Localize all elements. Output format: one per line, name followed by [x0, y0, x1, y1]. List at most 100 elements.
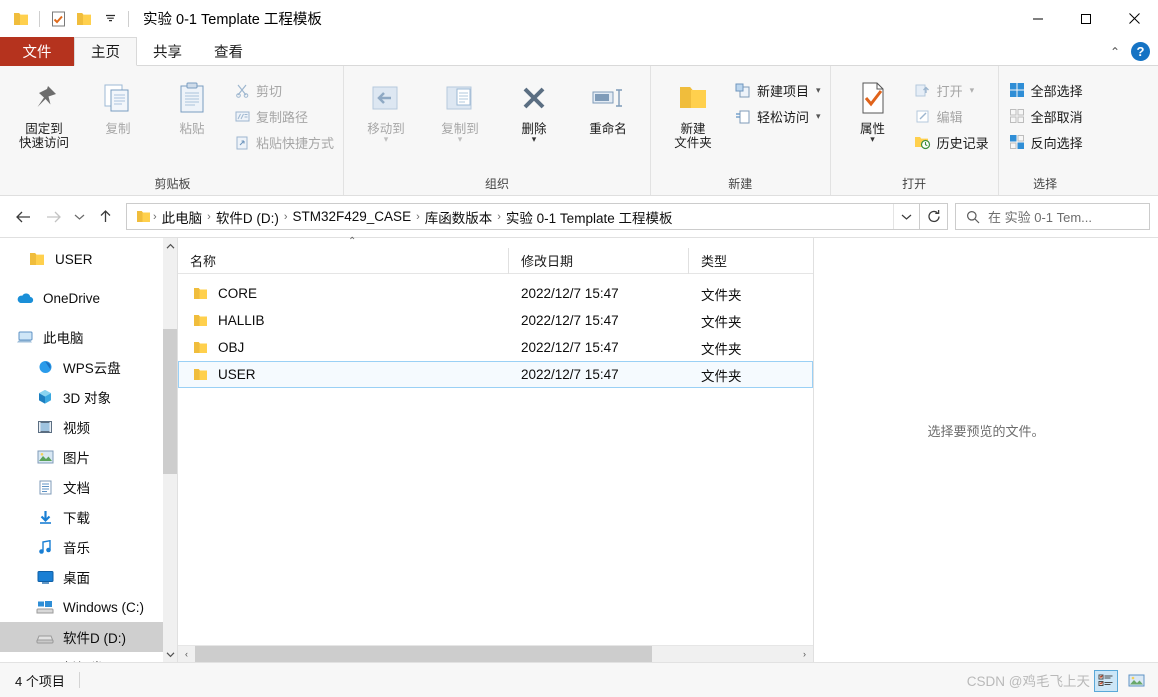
refresh-button[interactable]: [920, 203, 948, 230]
scroll-right-icon[interactable]: ›: [796, 649, 813, 659]
select-all-button[interactable]: 全部选择: [1004, 77, 1087, 103]
table-row[interactable]: HALLIB 2022/12/7 15:47 文件夹: [178, 307, 813, 334]
file-list-pane: ⌃ 名称 修改日期 类型 CORE 2022/12/7 15:47 文件夹 HA…: [177, 236, 814, 663]
sidebar-item-user[interactable]: USER: [0, 244, 177, 274]
properties-caret-icon[interactable]: ▾: [870, 135, 875, 144]
sidebar-item-windows-c[interactable]: Windows (C:): [0, 592, 177, 622]
cut-button[interactable]: 剪切: [229, 77, 338, 103]
ribbon-group-organize: 移动到 ▾ 复制到 ▾ 删除 ▾ 重命名 组织: [344, 66, 652, 195]
breadcrumb-item-3[interactable]: 库函数版本: [421, 207, 497, 227]
help-icon[interactable]: ?: [1131, 42, 1150, 61]
copy-button[interactable]: 复制: [81, 74, 155, 136]
breadcrumb-item-4[interactable]: 实验 0-1 Template 工程模板: [502, 207, 677, 227]
table-row[interactable]: OBJ 2022/12/7 15:47 文件夹: [178, 334, 813, 361]
copy-label: 复制: [105, 122, 131, 136]
column-header-name[interactable]: 名称: [178, 248, 508, 274]
breadcrumb-item-1[interactable]: 软件D (D:): [212, 207, 283, 227]
sidebar-item-label: Windows (C:): [63, 599, 145, 615]
sidebar-item-label: 此电脑: [43, 331, 84, 346]
breadcrumb-folder-icon[interactable]: [134, 208, 152, 226]
delete-button[interactable]: 删除 ▾: [497, 74, 571, 144]
up-button[interactable]: [90, 202, 120, 232]
edit-button[interactable]: 编辑: [910, 103, 993, 129]
easy-access-caret-icon[interactable]: ▾: [816, 111, 821, 122]
breadcrumb-item-2[interactable]: STM32F429_CASE: [289, 209, 416, 224]
sidebar-item-pictures[interactable]: 图片: [0, 442, 177, 472]
breadcrumb-bar[interactable]: › 此电脑 › 软件D (D:) › STM32F429_CASE › 库函数版…: [126, 203, 920, 230]
properties-button[interactable]: 属性 ▾: [836, 74, 910, 144]
column-header-type[interactable]: 类型: [688, 247, 813, 274]
back-button[interactable]: [8, 202, 38, 232]
tab-view[interactable]: 查看: [198, 37, 259, 66]
sidebar-item-videos[interactable]: 视频: [0, 412, 177, 442]
scroll-left-icon[interactable]: ‹: [178, 649, 195, 659]
copy-to-caret-icon[interactable]: ▾: [458, 135, 463, 144]
new-item-button[interactable]: 新建项目 ▾: [730, 77, 825, 103]
sidebar-item-drive-e[interactable]: 新加卷 (E:): [0, 652, 177, 662]
table-row[interactable]: CORE 2022/12/7 15:47 文件夹: [178, 280, 813, 307]
tab-share[interactable]: 共享: [137, 37, 198, 66]
breadcrumb-item-0[interactable]: 此电脑: [158, 207, 207, 227]
sidebar-item-3d-objects[interactable]: 3D 对象: [0, 382, 177, 412]
invert-selection-button[interactable]: 反向选择: [1004, 129, 1087, 155]
new-item-caret-icon[interactable]: ▾: [816, 85, 821, 96]
new-folder-icon[interactable]: [71, 6, 97, 32]
search-input[interactable]: 在 实验 0-1 Tem...: [988, 207, 1092, 226]
ribbon-group-select: 全部选择 全部取消 反向选择 选择: [999, 66, 1092, 195]
minimize-button[interactable]: [1014, 0, 1062, 37]
open-button[interactable]: 打开 ▾: [910, 77, 993, 103]
sidebar-scrollbar[interactable]: [163, 238, 177, 662]
sidebar-item-drive-d[interactable]: 软件D (D:): [0, 622, 177, 652]
rename-button[interactable]: 重命名: [571, 74, 645, 136]
scissors-icon: [233, 81, 251, 99]
folder-icon[interactable]: [8, 6, 34, 32]
sidebar-item-wps-cloud[interactable]: WPS云盘: [0, 352, 177, 382]
sidebar-item-label: 文档: [63, 481, 90, 496]
pin-to-quick-access-button[interactable]: 固定到 快速访问: [7, 74, 81, 151]
sidebar-item-downloads[interactable]: 下载: [0, 502, 177, 532]
details-view-button[interactable]: [1094, 669, 1118, 692]
new-folder-button[interactable]: 新建 文件夹: [656, 74, 730, 151]
hscroll-thumb[interactable]: [195, 645, 652, 663]
table-row[interactable]: USER 2022/12/7 15:47 文件夹: [178, 361, 813, 388]
collapse-ribbon-icon[interactable]: ⌃: [1110, 46, 1120, 58]
sidebar-item-music[interactable]: 音乐: [0, 532, 177, 562]
sidebar-scroll-track[interactable]: [163, 254, 177, 646]
easy-access-button[interactable]: 轻松访问 ▾: [730, 103, 825, 129]
hscroll-track[interactable]: [195, 645, 796, 663]
file-type: 文件夹: [701, 341, 742, 357]
chevron-down-icon[interactable]: [97, 6, 123, 32]
sidebar-item-onedrive[interactable]: OneDrive: [0, 283, 177, 313]
forward-button[interactable]: [38, 202, 68, 232]
large-icons-view-button[interactable]: [1124, 670, 1148, 692]
copy-to-button[interactable]: 复制到 ▾: [423, 74, 497, 144]
sidebar-item-documents[interactable]: 文档: [0, 472, 177, 502]
sidebar-scroll-thumb[interactable]: [163, 329, 177, 474]
scroll-down-icon[interactable]: [166, 646, 175, 662]
search-box[interactable]: 在 实验 0-1 Tem...: [955, 203, 1150, 230]
history-button[interactable]: 历史记录: [910, 129, 993, 155]
new-folder-label-line2: 文件夹: [674, 136, 712, 151]
column-header-date[interactable]: 修改日期: [508, 247, 688, 274]
move-to-caret-icon[interactable]: ▾: [384, 135, 389, 144]
open-caret-icon[interactable]: ▾: [970, 85, 975, 96]
file-type: 文件夹: [701, 368, 742, 384]
sidebar-item-this-pc[interactable]: 此电脑: [0, 322, 177, 352]
address-dropdown-icon[interactable]: [893, 204, 919, 229]
delete-caret-icon[interactable]: ▾: [532, 135, 537, 144]
select-none-button[interactable]: 全部取消: [1004, 103, 1087, 129]
tab-home[interactable]: 主页: [74, 37, 137, 66]
maximize-button[interactable]: [1062, 0, 1110, 37]
paste-shortcut-button[interactable]: 粘贴快捷方式: [229, 129, 338, 155]
downloads-icon: [36, 508, 54, 526]
sidebar-item-desktop[interactable]: 桌面: [0, 562, 177, 592]
paste-button[interactable]: 粘贴: [155, 74, 229, 136]
file-list-hscrollbar[interactable]: ‹ ›: [178, 645, 813, 663]
move-to-button[interactable]: 移动到 ▾: [349, 74, 423, 144]
copy-path-button[interactable]: 复制路径: [229, 103, 338, 129]
tab-file[interactable]: 文件: [0, 37, 74, 66]
properties-icon[interactable]: [45, 6, 71, 32]
recent-locations-button[interactable]: [68, 202, 90, 232]
scroll-up-icon[interactable]: [166, 238, 175, 254]
close-button[interactable]: [1110, 0, 1158, 37]
